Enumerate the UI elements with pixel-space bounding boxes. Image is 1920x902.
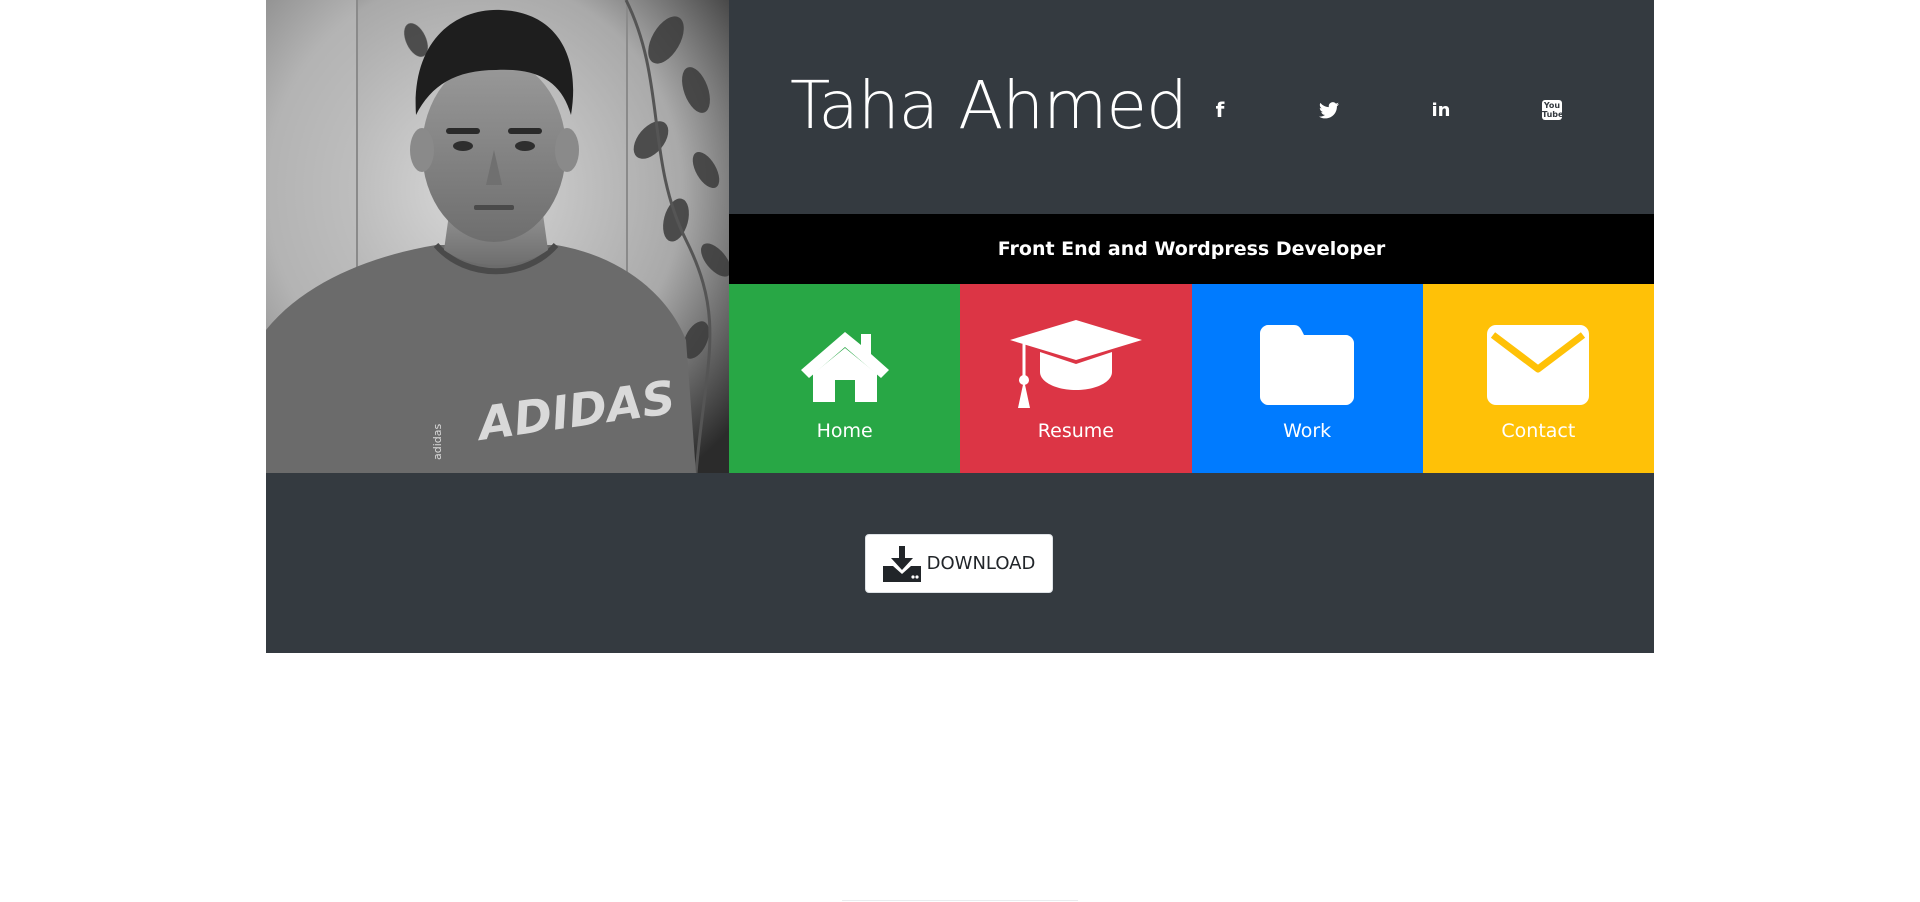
divider [842,900,1078,901]
profile-name: Taha Ahmed [790,67,1188,144]
youtube-glyph: You Tube [1542,100,1564,120]
tile-contact[interactable]: Contact [1422,284,1654,473]
tile-resume-label: Resume [1037,420,1114,442]
tile-work-label: Work [1283,420,1332,442]
tagline: Front End and Wordpress Developer [997,238,1386,260]
profile-photo: ADIDAS adidas [266,0,729,473]
graduation-cap-icon [1009,320,1142,408]
nav-tiles: Home Resume Work Contact [729,284,1654,473]
header: Taha Ahmed f in You Tube [729,0,1654,214]
tile-work[interactable]: Work [1191,284,1423,473]
download-button[interactable]: DOWNLOAD [865,534,1053,593]
facebook-glyph: f [1215,98,1225,122]
download-label: DOWNLOAD [926,553,1036,574]
tile-contact-label: Contact [1501,420,1576,442]
profile-card: ADIDAS adidas Taha Ahmed f in You Tube F… [266,0,1654,653]
tagline-bar: Front End and Wordpress Developer [729,214,1654,284]
linkedin-glyph: in [1431,99,1451,121]
envelope-icon [1487,325,1590,405]
twitter-icon[interactable] [1311,92,1347,128]
home-icon [800,332,889,402]
facebook-icon[interactable]: f [1202,92,1238,128]
folder-icon [1260,325,1355,405]
svg-text:adidas: adidas [431,423,444,460]
tile-resume[interactable]: Resume [960,284,1192,473]
tile-home-label: Home [816,420,873,442]
youtube-icon[interactable]: You Tube [1534,92,1570,128]
page: ADIDAS adidas Taha Ahmed f in You Tube F… [0,0,1920,902]
tile-home[interactable]: Home [729,284,961,473]
twitter-bird-icon [1319,101,1339,118]
linkedin-icon[interactable]: in [1423,92,1459,128]
download-icon [882,545,921,582]
